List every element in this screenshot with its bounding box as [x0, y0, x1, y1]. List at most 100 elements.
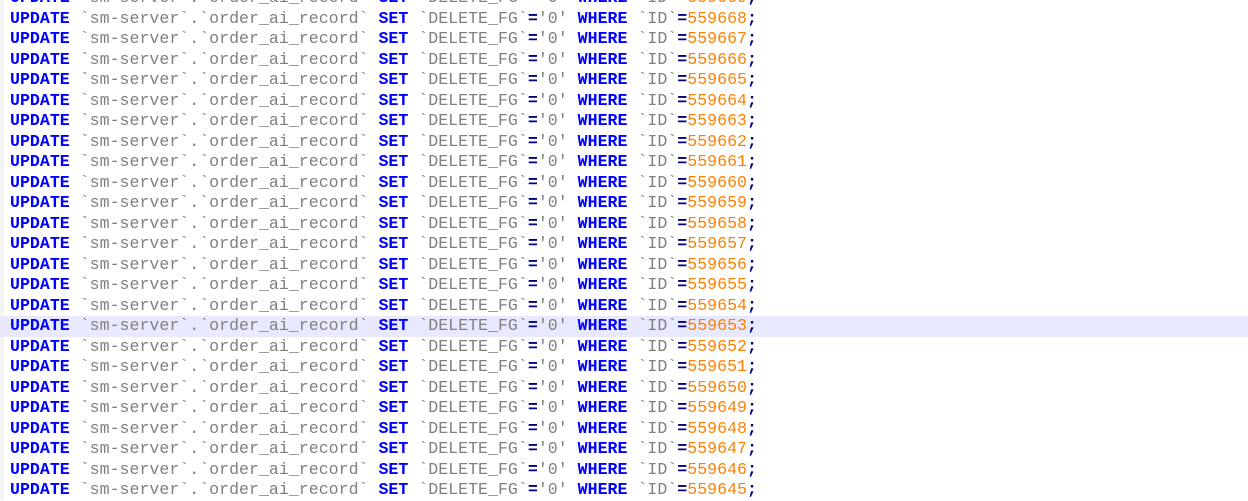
- string-literal: '0': [537, 418, 568, 438]
- equals-operator: =: [527, 459, 538, 479]
- keyword-update: UPDATE: [10, 111, 70, 130]
- equals-operator: =: [527, 418, 538, 438]
- keyword-set: SET: [378, 29, 409, 48]
- column-identifier: `DELETE_FG`: [418, 275, 528, 294]
- keyword-where: WHERE: [577, 316, 628, 335]
- id-number: 559664: [687, 90, 747, 110]
- statement-terminator: ;: [747, 439, 757, 458]
- column-identifier: `DELETE_FG`: [418, 418, 528, 438]
- id-identifier: `ID`: [637, 213, 678, 233]
- equals-operator: =: [677, 152, 688, 171]
- code-line[interactable]: UPDATE `sm-server`.`order_ai_record` SET…: [0, 214, 1248, 235]
- column-identifier: `DELETE_FG`: [418, 398, 528, 417]
- code-line[interactable]: UPDATE `sm-server`.`order_ai_record` SET…: [0, 91, 1248, 112]
- code-line[interactable]: UPDATE `sm-server`.`order_ai_record` SET…: [0, 29, 1248, 50]
- string-literal: '0': [537, 480, 568, 499]
- equals-operator: =: [527, 29, 538, 48]
- keyword-where: WHERE: [577, 213, 628, 233]
- code-line[interactable]: UPDATE `sm-server`.`order_ai_record` SET…: [0, 460, 1248, 481]
- statement-terminator: ;: [747, 8, 757, 28]
- keyword-update: UPDATE: [10, 234, 70, 253]
- table-identifier: `sm-server`.`order_ai_record`: [79, 398, 369, 417]
- keyword-update: UPDATE: [10, 275, 70, 294]
- keyword-where: WHERE: [577, 459, 628, 479]
- keyword-update: UPDATE: [10, 254, 70, 274]
- string-literal: '0': [537, 398, 568, 417]
- string-literal: '0': [537, 70, 568, 89]
- statement-terminator: ;: [747, 398, 757, 417]
- column-identifier: `DELETE_FG`: [418, 0, 528, 7]
- column-identifier: `DELETE_FG`: [418, 480, 528, 499]
- keyword-update: UPDATE: [10, 357, 70, 376]
- id-number: 559662: [687, 131, 747, 151]
- string-literal: '0': [537, 90, 568, 110]
- id-number: 559653: [687, 316, 747, 335]
- equals-operator: =: [677, 131, 688, 151]
- id-identifier: `ID`: [637, 29, 678, 48]
- statement-terminator: ;: [747, 49, 757, 69]
- equals-operator: =: [527, 49, 538, 69]
- id-identifier: `ID`: [637, 90, 678, 110]
- table-identifier: `sm-server`.`order_ai_record`: [79, 295, 369, 315]
- id-identifier: `ID`: [637, 254, 678, 274]
- equals-operator: =: [527, 439, 538, 458]
- statement-terminator: ;: [747, 111, 757, 130]
- table-identifier: `sm-server`.`order_ai_record`: [79, 193, 369, 212]
- equals-operator: =: [527, 316, 538, 335]
- string-literal: '0': [537, 131, 568, 151]
- code-line[interactable]: UPDATE `sm-server`.`order_ai_record` SET…: [0, 173, 1248, 194]
- id-number: 559668: [687, 8, 747, 28]
- code-line-current[interactable]: UPDATE `sm-server`.`order_ai_record` SET…: [0, 316, 1248, 337]
- table-identifier: `sm-server`.`order_ai_record`: [79, 336, 369, 356]
- code-line[interactable]: UPDATE `sm-server`.`order_ai_record` SET…: [0, 9, 1248, 30]
- code-line[interactable]: UPDATE `sm-server`.`order_ai_record` SET…: [0, 193, 1248, 214]
- code-line[interactable]: UPDATE `sm-server`.`order_ai_record` SET…: [0, 70, 1248, 91]
- id-number: 559667: [687, 29, 747, 48]
- id-identifier: `ID`: [637, 275, 678, 294]
- keyword-update: UPDATE: [10, 193, 70, 212]
- equals-operator: =: [528, 0, 538, 7]
- code-line[interactable]: UPDATE `sm-server`.`order_ai_record` SET…: [0, 398, 1248, 419]
- keyword-update: UPDATE: [10, 29, 70, 48]
- code-line[interactable]: UPDATE `sm-server`.`order_ai_record` SET…: [0, 337, 1248, 358]
- keyword-where: WHERE: [577, 152, 628, 171]
- code-line[interactable]: UPDATE `sm-server`.`order_ai_record` SET…: [0, 296, 1248, 317]
- string-literal: '0': [537, 49, 568, 69]
- string-literal: '0': [537, 8, 568, 28]
- table-identifier: `sm-server`.`order_ai_record`: [79, 439, 369, 458]
- code-line[interactable]: UPDATE `sm-server`.`order_ai_record` SET…: [0, 50, 1248, 71]
- column-identifier: `DELETE_FG`: [418, 295, 528, 315]
- string-literal: '0': [537, 316, 568, 335]
- code-line[interactable]: UPDATE `sm-server`.`order_ai_record` SET…: [0, 111, 1248, 132]
- code-line[interactable]: UPDATE `sm-server`.`order_ai_record` SET…: [0, 255, 1248, 276]
- code-line[interactable]: UPDATE `sm-server`.`order_ai_record` SET…: [0, 419, 1248, 440]
- keyword-where: WHERE: [577, 295, 628, 315]
- keyword-where: WHERE: [577, 234, 628, 253]
- code-line[interactable]: UPDATE `sm-server`.`order_ai_record` SET…: [0, 132, 1248, 153]
- code-line[interactable]: UPDATE `sm-server`.`order_ai_record` SET…: [0, 480, 1248, 501]
- code-line[interactable]: UPDATE `sm-server`.`order_ai_record` SET…: [0, 439, 1248, 460]
- equals-operator: =: [677, 213, 688, 233]
- keyword-set: SET: [378, 49, 409, 69]
- table-identifier: `sm-server`.`order_ai_record`: [79, 70, 369, 89]
- code-line[interactable]: UPDATE `sm-server`.`order_ai_record` SET…: [0, 357, 1248, 378]
- equals-operator: =: [527, 70, 538, 89]
- equals-operator: =: [527, 8, 538, 28]
- code-line[interactable]: UPDATE `sm-server`.`order_ai_record` SET…: [0, 378, 1248, 399]
- id-number: 559666: [687, 49, 747, 69]
- code-editor[interactable]: UPDATE `sm-server`.`order_ai_record` SET…: [0, 0, 1248, 501]
- id-identifier: `ID`: [637, 193, 678, 212]
- keyword-set: SET: [378, 70, 409, 89]
- code-line[interactable]: UPDATE `sm-server`.`order_ai_record` SET…: [0, 0, 1248, 9]
- keyword-set: SET: [378, 275, 409, 294]
- id-identifier: `ID`: [637, 377, 678, 397]
- code-line[interactable]: UPDATE `sm-server`.`order_ai_record` SET…: [0, 234, 1248, 255]
- id-identifier: `ID`: [637, 480, 678, 499]
- keyword-update: UPDATE: [10, 316, 70, 335]
- code-line[interactable]: UPDATE `sm-server`.`order_ai_record` SET…: [0, 275, 1248, 296]
- code-line[interactable]: UPDATE `sm-server`.`order_ai_record` SET…: [0, 152, 1248, 173]
- keyword-where: WHERE: [577, 480, 628, 499]
- id-number: 559661: [687, 152, 747, 171]
- id-identifier: `ID`: [637, 131, 678, 151]
- string-literal: '0': [538, 0, 568, 7]
